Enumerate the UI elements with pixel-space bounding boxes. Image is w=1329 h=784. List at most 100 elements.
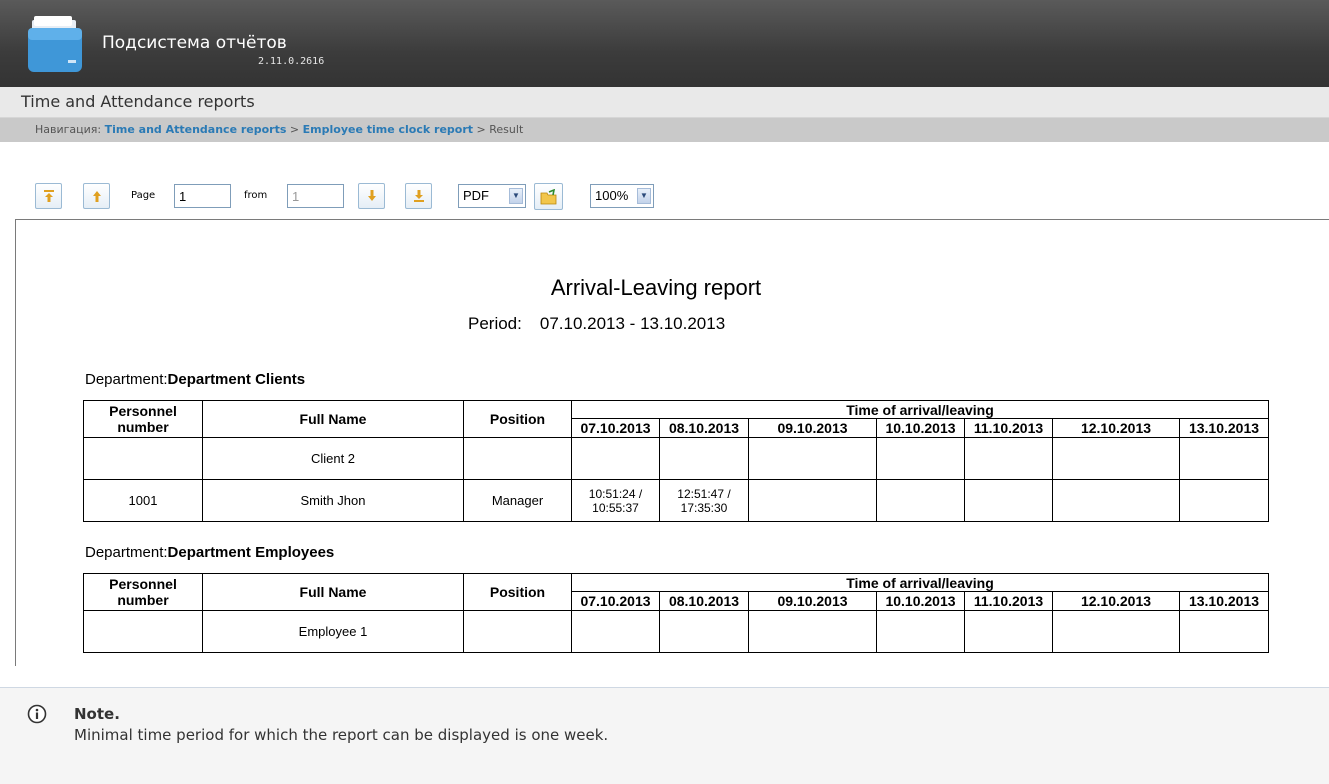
cell-personnel	[83, 610, 203, 653]
cell-full-name: Smith Jhon	[202, 479, 464, 522]
app-version: 2.11.0.2616	[258, 56, 325, 67]
breadcrumb-link-reports[interactable]: Time and Attendance reports	[105, 123, 287, 136]
note-text: Minimal time period for which the report…	[74, 726, 609, 744]
section-title: Time and Attendance reports	[21, 92, 255, 111]
column-header-date: 08.10.2013	[659, 591, 749, 611]
page-label: Page	[131, 190, 156, 201]
column-header-personnel: Personnel number	[83, 573, 203, 611]
column-header-date: 08.10.2013	[659, 418, 749, 438]
cell-time	[964, 479, 1053, 522]
period-value: 07.10.2013 - 13.10.2013	[539, 314, 726, 333]
period-label: Period:	[468, 314, 522, 333]
table-row: Employee 1	[83, 610, 1269, 653]
cell-time: 10:51:24 / 10:55:37	[571, 479, 660, 522]
folder-icon	[28, 16, 82, 72]
cell-full-name: Client 2	[202, 437, 464, 480]
column-header-time-group: Time of arrival/leaving	[571, 400, 1269, 419]
cell-time	[748, 479, 877, 522]
info-icon	[27, 704, 47, 724]
cell-time	[748, 610, 877, 653]
column-header-date: 13.10.2013	[1179, 418, 1269, 438]
cell-time	[964, 437, 1053, 480]
column-header-date: 11.10.2013	[964, 591, 1053, 611]
column-header-personnel: Personnel number	[83, 400, 203, 438]
cell-time	[1179, 437, 1269, 480]
column-header-date: 09.10.2013	[748, 418, 877, 438]
report-period: Period: 07.10.2013 - 13.10.2013	[468, 314, 725, 334]
zoom-value: 100%	[595, 188, 629, 203]
first-page-button[interactable]	[35, 183, 62, 209]
export-button[interactable]	[534, 183, 563, 210]
department-name: Department Employees	[167, 544, 335, 561]
column-header-full-name: Full Name	[202, 400, 464, 438]
column-header-time-group: Time of arrival/leaving	[571, 573, 1269, 592]
department-table: Personnel number Full Name Position Time…	[83, 400, 1269, 522]
export-format-value: PDF	[463, 188, 489, 203]
breadcrumb-separator: >	[289, 123, 300, 136]
report-title: Arrival-Leaving report	[550, 275, 762, 300]
section-header: Time and Attendance reports	[0, 87, 1329, 118]
column-header-date: 10.10.2013	[876, 591, 965, 611]
chevron-down-icon: ▼	[509, 188, 523, 204]
cell-time	[571, 610, 660, 653]
cell-time	[748, 437, 877, 480]
export-icon	[540, 188, 556, 204]
breadcrumb: Навигация: Time and Attendance reports >…	[0, 118, 1329, 142]
page-count-field	[287, 184, 344, 208]
cell-time	[659, 610, 749, 653]
column-header-full-name: Full Name	[202, 573, 464, 611]
app-header: Подсистема отчётов 2.11.0.2616	[0, 0, 1329, 87]
column-header-date: 09.10.2013	[748, 591, 877, 611]
prev-page-icon	[92, 191, 101, 202]
column-header-position: Position	[463, 400, 572, 438]
export-format-select[interactable]: PDF ▼	[458, 184, 526, 208]
cell-time	[1052, 437, 1180, 480]
department-label: Department:	[85, 544, 168, 561]
breadcrumb-current: Result	[489, 123, 524, 136]
department-heading: Department:Department Employees	[85, 544, 334, 561]
cell-time	[659, 437, 749, 480]
last-page-icon	[413, 190, 424, 202]
cell-time	[571, 437, 660, 480]
column-header-date: 13.10.2013	[1179, 591, 1269, 611]
last-page-button[interactable]	[405, 183, 432, 209]
cell-time	[1052, 610, 1180, 653]
cell-position: Manager	[463, 479, 572, 522]
prev-page-button[interactable]	[83, 183, 110, 209]
next-page-icon	[367, 190, 376, 201]
zoom-select[interactable]: 100% ▼	[590, 184, 654, 208]
cell-time: 12:51:47 / 17:35:30	[659, 479, 749, 522]
column-header-date: 11.10.2013	[964, 418, 1053, 438]
from-label: from	[244, 190, 268, 201]
column-header-position: Position	[463, 573, 572, 611]
column-header-date: 10.10.2013	[876, 418, 965, 438]
cell-time	[876, 479, 965, 522]
chevron-down-icon: ▼	[637, 188, 651, 204]
column-header-date: 12.10.2013	[1052, 418, 1180, 438]
cell-time	[1052, 479, 1180, 522]
table-row: Client 2	[83, 437, 1269, 480]
table-row: 1001 Smith Jhon Manager 10:51:24 / 10:55…	[83, 479, 1269, 522]
next-page-button[interactable]	[358, 183, 385, 209]
report-viewer[interactable]: Arrival-Leaving report Period: 07.10.2013…	[15, 219, 1329, 666]
department-table: Personnel number Full Name Position Time…	[83, 573, 1269, 653]
cell-time	[876, 610, 965, 653]
cell-time	[1179, 479, 1269, 522]
breadcrumb-prefix: Навигация:	[35, 123, 102, 136]
note-panel: Note. Minimal time period for which the …	[0, 687, 1329, 784]
cell-full-name: Employee 1	[202, 610, 464, 653]
breadcrumb-separator: >	[476, 123, 486, 136]
note-title: Note.	[74, 705, 120, 723]
first-page-icon	[43, 190, 54, 202]
page-number-input[interactable]	[174, 184, 231, 208]
column-header-date: 07.10.2013	[571, 591, 660, 611]
cell-position	[463, 437, 572, 480]
column-header-date: 12.10.2013	[1052, 591, 1180, 611]
column-header-date: 07.10.2013	[571, 418, 660, 438]
department-heading: Department:Department Clients	[85, 371, 305, 388]
cell-personnel	[83, 437, 203, 480]
department-label: Department:	[85, 371, 168, 388]
breadcrumb-link-employee-report[interactable]: Employee time clock report	[303, 123, 473, 136]
cell-time	[1179, 610, 1269, 653]
app-title: Подсистема отчётов	[102, 33, 287, 53]
